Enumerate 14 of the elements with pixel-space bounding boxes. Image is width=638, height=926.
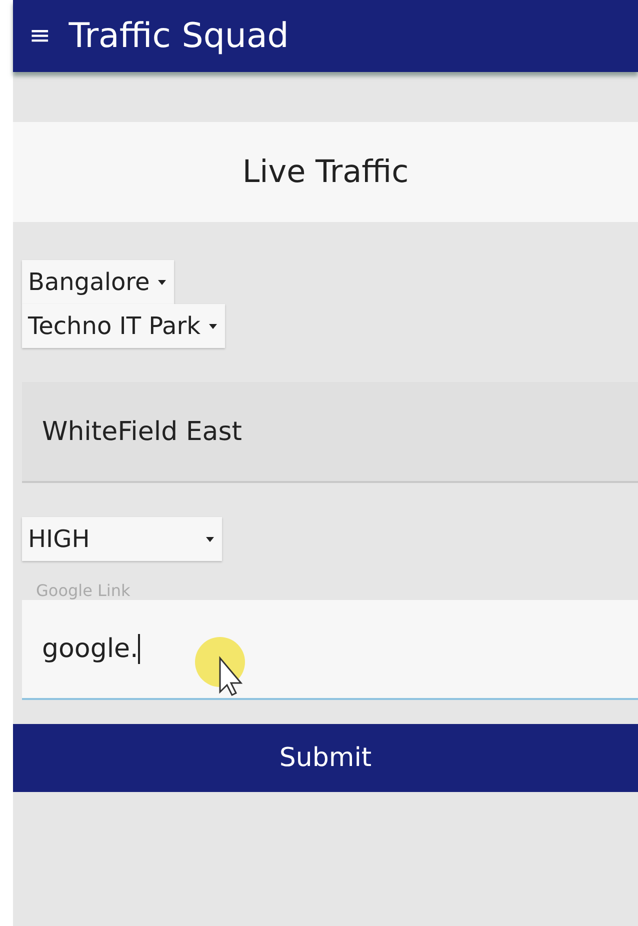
caret-icon [206, 536, 214, 542]
field-label: Google Link [36, 581, 132, 600]
caret-icon [158, 280, 166, 284]
dropdown[interactable]: Bangalore [22, 260, 174, 304]
dropdown[interactable]: Techno IT Park [22, 304, 225, 348]
link-input-field[interactable]: google. [22, 600, 638, 700]
text-cursor [138, 634, 140, 664]
caret-icon [208, 324, 217, 328]
priority-dropdown[interactable]: HIGH [22, 517, 222, 561]
submit-button[interactable]: Submit [13, 724, 638, 792]
menu-button[interactable]: ≡ [29, 21, 51, 51]
area-field[interactable]: WhiteField East [22, 382, 638, 483]
app-title: Traffic Squad [68, 16, 289, 56]
page-title: Live Traffic [242, 154, 409, 190]
